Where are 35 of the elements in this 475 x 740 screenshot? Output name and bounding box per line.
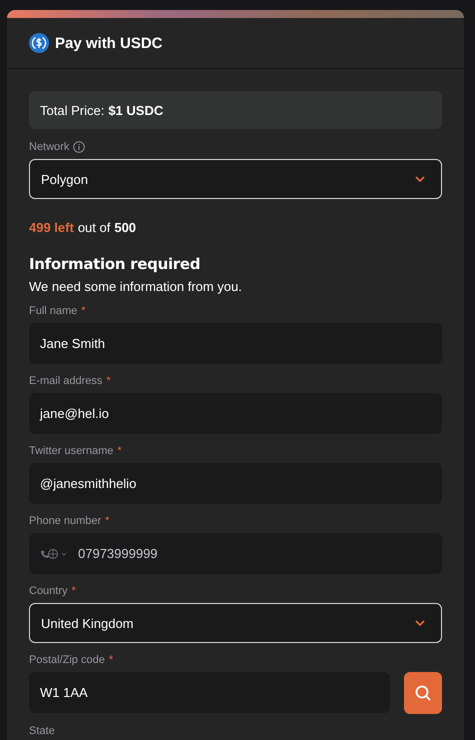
required-mark: *	[108, 654, 114, 666]
postal-field[interactable]: W1 1AA	[29, 672, 390, 713]
field-label: Network	[29, 141, 70, 153]
field-label: Country	[29, 585, 68, 597]
text-field[interactable]: Jane Smith	[29, 323, 442, 364]
field-label: Phone number	[29, 515, 102, 527]
required-mark: *	[117, 445, 122, 457]
chevron-down-icon	[415, 620, 425, 626]
stock-text: out of	[78, 220, 110, 235]
search-button[interactable]	[404, 672, 442, 714]
search-icon	[415, 685, 431, 701]
field-label: Full name	[29, 305, 78, 317]
total-price: Total Price: $1 USDC	[29, 91, 442, 129]
section-subtitle: We need some information from you.	[29, 279, 243, 294]
phone-field[interactable]: 07973999999	[29, 533, 442, 574]
stock-total: 500	[114, 220, 136, 235]
field-label: E-mail address	[29, 375, 102, 387]
required-mark: *	[105, 515, 110, 527]
chevron-down-icon	[415, 176, 425, 182]
country-select[interactable]: United Kingdom	[29, 603, 442, 643]
text-field[interactable]: @janesmithhelio	[29, 463, 442, 504]
required-mark: *	[81, 305, 86, 317]
field-label: Postal/Zip code	[29, 654, 105, 666]
required-mark: *	[106, 375, 111, 387]
coin-icon	[29, 33, 49, 53]
field-label: Twitter username	[29, 445, 114, 457]
header-title: Pay with USDC	[55, 34, 163, 52]
info-icon	[73, 141, 86, 153]
section-heading: Information required	[29, 255, 202, 273]
network-select[interactable]: Polygon	[29, 159, 442, 199]
text-field[interactable]: jane@hel.io	[29, 393, 442, 434]
remaining-count: 499 left	[29, 220, 74, 235]
required-mark: *	[72, 585, 76, 597]
phone-globe-icon	[40, 548, 68, 560]
field-label: State	[29, 725, 55, 737]
